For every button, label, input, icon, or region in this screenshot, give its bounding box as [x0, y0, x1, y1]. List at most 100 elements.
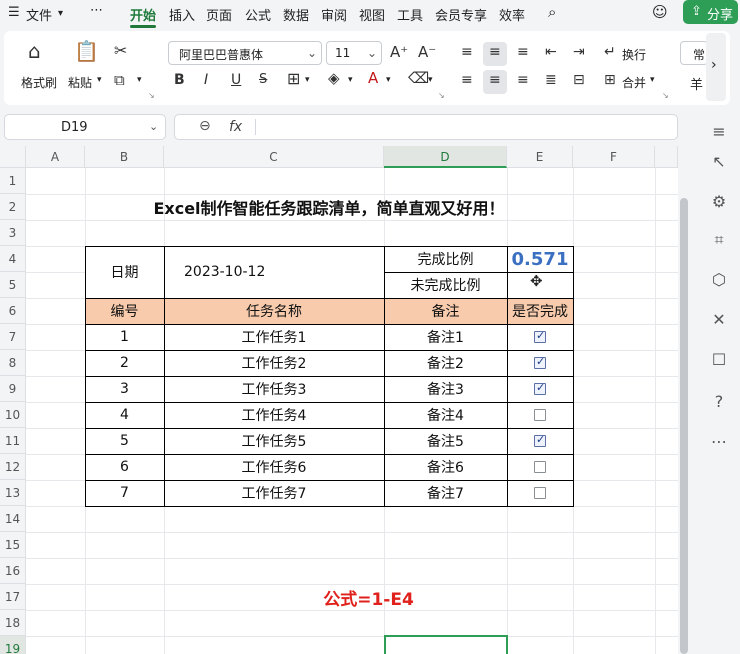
row-header-7[interactable]: 7 — [0, 324, 26, 350]
format-painter-label[interactable]: 格式刷 — [21, 74, 57, 91]
chevron-down-icon[interactable]: ▾ — [348, 75, 353, 85]
row-header-15[interactable]: 15 — [0, 532, 26, 558]
format-painter-icon[interactable]: ⌂ — [28, 41, 41, 61]
row-header-5[interactable]: 5 — [0, 272, 26, 298]
adjust-icon[interactable]: ⚙ — [709, 192, 729, 212]
row-header-18[interactable]: 18 — [0, 610, 26, 636]
copy-icon[interactable]: ⧉ — [114, 73, 125, 88]
task-done-cell[interactable] — [507, 376, 573, 402]
task-done-cell[interactable] — [507, 454, 573, 480]
task-done-checkbox[interactable] — [534, 355, 546, 369]
task-note[interactable]: 备注4 — [384, 402, 507, 428]
column-header-extra[interactable] — [655, 146, 678, 168]
task-id[interactable]: 6 — [85, 454, 164, 480]
more-icon[interactable]: ⋯ — [709, 432, 729, 452]
task-done-checkbox[interactable] — [534, 381, 546, 395]
chevron-down-icon[interactable]: ▾ — [58, 8, 63, 19]
chevron-down-icon[interactable]: ▾ — [428, 75, 433, 85]
wrap-text-icon[interactable]: ↵ — [604, 45, 616, 59]
header-id[interactable]: 编号 — [85, 298, 164, 324]
bold-button[interactable]: B — [174, 73, 185, 87]
done-ratio-value[interactable]: 0.571 — [507, 246, 573, 272]
row-header-16[interactable]: 16 — [0, 558, 26, 584]
task-note[interactable]: 备注7 — [384, 480, 507, 506]
date-label[interactable]: 日期 — [85, 246, 164, 298]
number-format-select[interactable]: 常 — [680, 41, 708, 65]
tab-review[interactable]: 审阅 — [321, 5, 347, 24]
font-name-select[interactable]: 阿里巴巴普惠体 ⌄ — [168, 41, 322, 65]
task-name[interactable]: 工作任务2 — [164, 350, 384, 376]
done-ratio-label[interactable]: 完成比例 — [384, 246, 507, 272]
task-done-checkbox[interactable] — [534, 329, 546, 343]
tab-view[interactable]: 视图 — [359, 5, 385, 24]
selected-cell-d19[interactable] — [384, 635, 508, 654]
file-menu-icon[interactable]: ☰ — [8, 5, 20, 20]
fill-color-icon[interactable]: ◈ — [328, 71, 340, 86]
underline-button[interactable]: U — [231, 73, 241, 87]
row-header-12[interactable]: 12 — [0, 454, 26, 480]
align-right-icon[interactable]: ≡ — [517, 73, 529, 87]
row-header-13[interactable]: 13 — [0, 480, 26, 506]
font-size-select[interactable]: 11 ⌄ — [326, 41, 382, 65]
task-name[interactable]: 工作任务3 — [164, 376, 384, 402]
copy-chevron-icon[interactable]: ▾ — [137, 75, 142, 85]
tab-page[interactable]: 页面 — [206, 5, 232, 24]
ribbon-scroll-button[interactable]: › — [706, 33, 726, 101]
task-id[interactable]: 4 — [85, 402, 164, 428]
task-id[interactable]: 3 — [85, 376, 164, 402]
task-note[interactable]: 备注1 — [384, 324, 507, 350]
task-name[interactable]: 工作任务4 — [164, 402, 384, 428]
column-header-b[interactable]: B — [85, 146, 164, 168]
task-note[interactable]: 备注6 — [384, 454, 507, 480]
column-header-c[interactable]: C — [164, 146, 384, 168]
row-header-14[interactable]: 14 — [0, 506, 26, 532]
task-note[interactable]: 备注5 — [384, 428, 507, 454]
merge-label[interactable]: 合并 — [622, 74, 646, 91]
dialog-launcher-icon[interactable]: ↘ — [148, 91, 155, 100]
align-left-icon[interactable]: ≡ — [461, 73, 473, 87]
column-header-d[interactable]: D — [384, 146, 507, 168]
row-header-2[interactable]: 2 — [0, 194, 26, 220]
task-done-checkbox[interactable] — [534, 461, 546, 473]
task-name[interactable]: 工作任务5 — [164, 428, 384, 454]
help-icon[interactable]: ? — [709, 392, 729, 412]
scrollbar-thumb[interactable] — [680, 198, 688, 654]
tab-tools[interactable]: 工具 — [397, 5, 423, 24]
task-done-checkbox[interactable] — [534, 433, 546, 447]
task-id[interactable]: 2 — [85, 350, 164, 376]
row-header-11[interactable]: 11 — [0, 428, 26, 454]
fx-icon[interactable]: fx — [229, 119, 242, 135]
formula-note[interactable]: 公式=1-E4 — [164, 584, 573, 610]
share-button[interactable]: ⇪ 分享 — [683, 0, 738, 24]
task-done-cell[interactable] — [507, 350, 573, 376]
undone-ratio-label[interactable]: 未完成比例 — [384, 272, 507, 298]
column-header-f[interactable]: F — [573, 146, 655, 168]
crop-icon[interactable]: ⌗ — [709, 230, 729, 250]
comment-icon[interactable]: ☺ — [652, 3, 668, 21]
task-done-cell[interactable] — [507, 324, 573, 350]
row-header-3[interactable]: 3 — [0, 220, 26, 246]
row-header-17[interactable]: 17 — [0, 584, 26, 610]
tab-home[interactable]: 开始 — [130, 5, 156, 24]
task-note[interactable]: 备注2 — [384, 350, 507, 376]
paste-chevron-icon[interactable]: ▾ — [97, 75, 102, 85]
align-bottom-icon[interactable]: ≡ — [517, 45, 529, 59]
select-all-corner[interactable] — [0, 146, 26, 168]
book-icon[interactable]: ☐ — [709, 350, 729, 370]
task-id[interactable]: 1 — [85, 324, 164, 350]
align-top-icon[interactable]: ≡ — [461, 45, 473, 59]
task-id[interactable]: 5 — [85, 428, 164, 454]
shape-icon[interactable]: ⬡ — [709, 270, 729, 290]
tab-efficiency[interactable]: 效率 — [499, 5, 525, 24]
cursor-select-icon[interactable]: ↖ — [709, 152, 729, 172]
task-done-checkbox[interactable] — [534, 487, 546, 499]
strikethrough-icon[interactable]: S̶ — [259, 73, 267, 86]
cut-icon[interactable]: ✂ — [114, 43, 127, 59]
row-header-6[interactable]: 6 — [0, 298, 26, 324]
tab-insert[interactable]: 插入 — [169, 5, 195, 24]
vertical-scrollbar[interactable] — [678, 146, 690, 654]
paste-icon[interactable]: 📋 — [74, 41, 99, 61]
row-header-10[interactable]: 10 — [0, 402, 26, 428]
spreadsheet-grid[interactable]: ABCDEF 1 2 3 4 5 6 7 8 9 10 11 12 13 14 15 16 17 18 19 Exc… — [0, 146, 678, 654]
indent-decrease-icon[interactable]: ⇤ — [545, 45, 557, 59]
